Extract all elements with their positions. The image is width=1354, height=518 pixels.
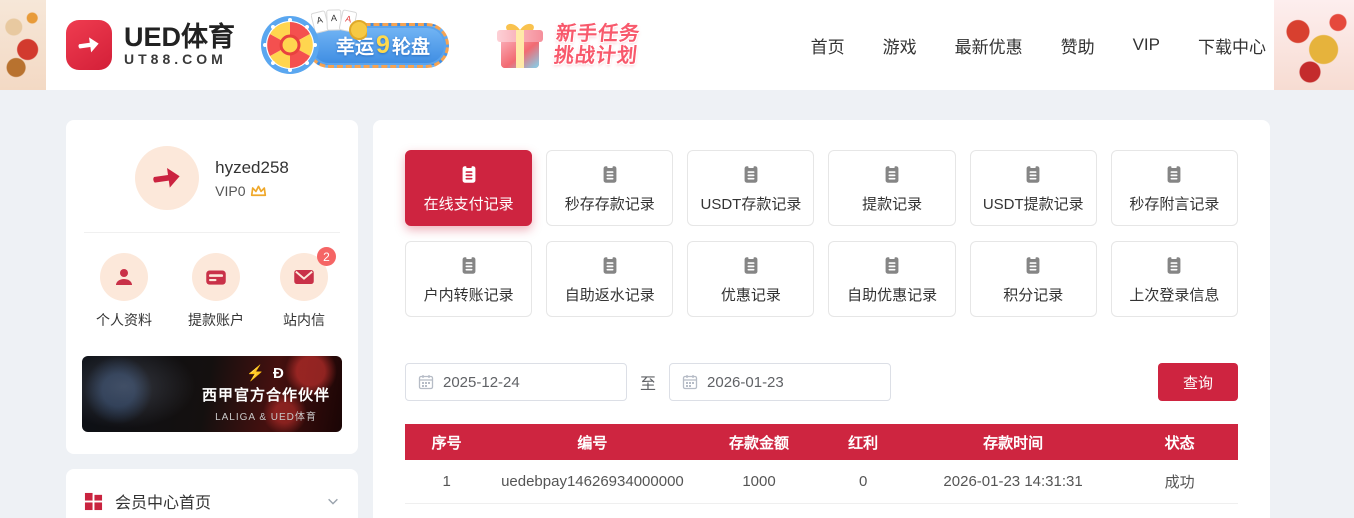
giftbox-icon xyxy=(496,23,543,68)
date-filter-bar: 2025-12-24 至 2026-01-23 查询 xyxy=(405,363,1238,401)
menu-item-member-home[interactable]: 会员中心首页 xyxy=(84,489,340,513)
nav-item-sponsor[interactable]: 赞助 xyxy=(1061,33,1095,58)
calendar-icon xyxy=(418,375,434,390)
newbie-task-line1: 新手任务 xyxy=(554,23,642,45)
festive-mascot-left xyxy=(0,0,46,90)
tab-online-payment-records[interactable]: 在线支付记录 xyxy=(405,150,533,226)
table-row: 1 uedebpay14626934000000 1000 0 2026-01-… xyxy=(405,460,1238,504)
main-nav: 首页 游戏 最新优惠 赞助 VIP 下载中心 xyxy=(811,33,1266,58)
nav-item-games[interactable]: 游戏 xyxy=(883,33,917,58)
nav-item-home[interactable]: 首页 xyxy=(811,33,845,58)
festive-mascot-right xyxy=(1274,0,1354,90)
wheel-icon xyxy=(261,16,320,74)
tab-usdt-deposit-records[interactable]: USDT存款记录 xyxy=(687,150,815,226)
banner-text: ⚡ Ð 西甲官方合作伙伴 LALIGA & UED体育 xyxy=(202,364,330,423)
search-button[interactable]: 查询 xyxy=(1158,363,1238,401)
col-header-status: 状态 xyxy=(1121,424,1238,460)
records-table: 序号 编号 存款金额 红利 存款时间 状态 1 uedebpay14626934… xyxy=(405,424,1238,504)
avatar-logo-icon xyxy=(153,167,180,188)
record-tabs: 在线支付记录 秒存存款记录 USDT存款记录 提款记录 USDT提款记录 秒存附… xyxy=(405,150,1238,317)
tab-self-rebate-records[interactable]: 自助返水记录 xyxy=(546,241,674,317)
nav-item-download[interactable]: 下载中心 xyxy=(1198,33,1266,58)
menu-item-label: 会员中心首页 xyxy=(115,495,212,512)
mail-icon xyxy=(294,269,314,285)
logo-title: UED体育 xyxy=(124,22,236,52)
quick-link-label: 提款账户 xyxy=(188,312,244,328)
date-from-input[interactable]: 2025-12-24 xyxy=(405,363,627,401)
logo-arrow-icon xyxy=(66,20,112,70)
nav-item-vip[interactable]: VIP xyxy=(1133,35,1160,55)
date-from-value: 2025-12-24 xyxy=(443,373,520,391)
laliga-partner-banner[interactable]: ⚡ Ð 西甲官方合作伙伴 LALIGA & UED体育 xyxy=(82,356,342,432)
tab-instant-deposit-records[interactable]: 秒存存款记录 xyxy=(546,150,674,226)
tab-last-login-info[interactable]: 上次登录信息 xyxy=(1110,241,1238,317)
nav-item-promotions[interactable]: 最新优惠 xyxy=(955,33,1023,58)
logo-text: UED体育 UT88.COM xyxy=(124,23,235,67)
logo-subtitle: UT88.COM xyxy=(124,51,227,67)
site-logo[interactable]: UED体育 UT88.COM xyxy=(66,20,235,70)
cell-index: 1 xyxy=(405,460,489,504)
banner-subtitle: LALIGA & UED体育 xyxy=(215,412,317,423)
records-panel: 在线支付记录 秒存存款记录 USDT存款记录 提款记录 USDT提款记录 秒存附… xyxy=(373,120,1270,518)
cell-time: 2026-01-23 14:31:31 xyxy=(904,460,1122,504)
vip-label: VIP0 xyxy=(215,182,246,199)
member-menu-card: 会员中心首页 xyxy=(66,469,358,518)
newbie-task-text: 新手任务 挑战计划 xyxy=(553,23,642,67)
tab-internal-transfer-records[interactable]: 户内转账记录 xyxy=(405,241,533,317)
tab-promo-records[interactable]: 优惠记录 xyxy=(687,241,815,317)
cell-number: uedebpay14626934000000 xyxy=(488,460,697,504)
cell-amount: 1000 xyxy=(696,460,822,504)
sidebar: hyzed258 VIP0 个人资料 提款账户 2 站内信 ⚡ Ð 西甲官方合作… xyxy=(66,120,358,518)
tab-usdt-withdrawal-records[interactable]: USDT提款记录 xyxy=(969,150,1097,226)
tab-withdrawal-records[interactable]: 提款记录 xyxy=(828,150,956,226)
pill-suffix: 轮盘 xyxy=(391,36,430,58)
quick-link-label: 站内信 xyxy=(283,312,325,328)
col-header-bonus: 红利 xyxy=(821,424,905,460)
tab-points-records[interactable]: 积分记录 xyxy=(969,241,1097,317)
cell-status: 成功 xyxy=(1121,460,1238,504)
content-wrap: hyzed258 VIP0 个人资料 提款账户 2 站内信 ⚡ Ð 西甲官方合作… xyxy=(0,90,1354,518)
user-row: hyzed258 VIP0 xyxy=(82,146,342,210)
vip-level: VIP0 xyxy=(215,183,289,199)
quick-link-withdraw-account[interactable]: 提款账户 xyxy=(188,253,244,330)
tab-self-promo-records[interactable]: 自助优惠记录 xyxy=(828,241,956,317)
promo-newbie-task[interactable]: 新手任务 挑战计划 xyxy=(491,16,642,74)
avatar[interactable] xyxy=(135,146,200,210)
grid-icon xyxy=(84,492,103,510)
crown-icon xyxy=(251,184,267,196)
user-icon xyxy=(116,269,132,285)
banner-title: 西甲官方合作伙伴 xyxy=(201,387,330,404)
quick-links: 个人资料 提款账户 2 站内信 xyxy=(82,247,342,330)
date-to-input[interactable]: 2026-01-23 xyxy=(669,363,892,401)
unread-badge: 2 xyxy=(317,247,336,266)
banner-logos: ⚡ Ð xyxy=(246,365,286,382)
col-header-amount: 存款金额 xyxy=(696,424,822,460)
cell-bonus: 0 xyxy=(821,460,905,504)
calendar-icon xyxy=(682,375,698,390)
quick-link-messages[interactable]: 2 站内信 xyxy=(280,247,336,330)
chevron-down-icon[interactable] xyxy=(326,494,340,508)
table-header-row: 序号 编号 存款金额 红利 存款时间 状态 xyxy=(405,424,1238,460)
date-to-value: 2026-01-23 xyxy=(707,373,784,391)
date-separator: 至 xyxy=(640,376,657,393)
tab-instant-memo-records[interactable]: 秒存附言记录 xyxy=(1110,150,1238,226)
user-info: hyzed258 VIP0 xyxy=(215,158,289,199)
col-header-time: 存款时间 xyxy=(904,424,1122,460)
pill-number: 9 xyxy=(376,30,390,59)
username: hyzed258 xyxy=(215,157,289,177)
quick-link-profile[interactable]: 个人资料 xyxy=(96,253,152,330)
profile-card: hyzed258 VIP0 个人资料 提款账户 2 站内信 ⚡ Ð 西甲官方合作… xyxy=(66,120,358,454)
divider xyxy=(84,232,340,233)
col-header-index: 序号 xyxy=(405,424,489,460)
top-header: UED体育 UT88.COM A A A 幸运 9 轮盘 新手任务 挑战计划 首… xyxy=(0,0,1354,90)
promo-lucky-wheel[interactable]: A A A 幸运 9 轮盘 xyxy=(259,9,449,76)
col-header-number: 编号 xyxy=(488,424,697,460)
quick-link-label: 个人资料 xyxy=(96,312,152,328)
newbie-task-line2: 挑战计划 xyxy=(552,45,639,67)
svg-text:A: A xyxy=(331,13,337,23)
bank-card-icon xyxy=(206,270,226,285)
